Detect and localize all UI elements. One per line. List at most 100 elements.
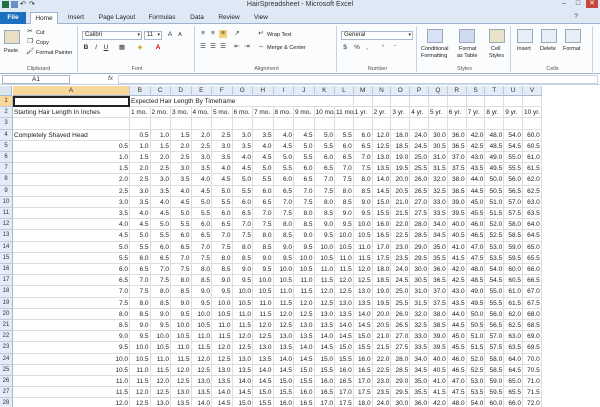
column-header[interactable]: N	[372, 86, 392, 96]
row-header[interactable]: 15	[0, 252, 13, 264]
data-cell[interactable]: 34.5	[410, 364, 429, 376]
starting-length-cell[interactable]: 11.0	[13, 376, 130, 388]
row-header[interactable]: 25	[0, 364, 13, 376]
data-cell[interactable]: 69.0	[523, 331, 542, 343]
data-cell[interactable]: 39.0	[447, 196, 467, 208]
row-header[interactable]: 3	[0, 118, 13, 130]
data-cell[interactable]: 8.0	[253, 230, 274, 242]
data-cell[interactable]: 52.0	[485, 219, 505, 231]
data-cell[interactable]: 12.5	[294, 308, 315, 320]
row-header[interactable]: 9	[0, 185, 13, 197]
data-cell[interactable]: 10.5	[191, 320, 212, 332]
data-cell[interactable]: 9.0	[253, 252, 274, 264]
column-header[interactable]: B	[130, 86, 151, 96]
data-cell[interactable]: 14.0	[294, 342, 315, 354]
cell[interactable]	[466, 118, 486, 130]
data-cell[interactable]: 44.0	[466, 174, 486, 186]
starting-length-cell[interactable]: 2.5	[13, 185, 130, 197]
data-cell[interactable]: 5.5	[150, 230, 171, 242]
data-cell[interactable]: 13.0	[171, 387, 192, 399]
cell[interactable]	[294, 118, 315, 130]
data-cell[interactable]: 26.0	[410, 174, 429, 186]
data-cell[interactable]: 14.0	[273, 353, 294, 365]
data-cell[interactable]: 44.5	[447, 320, 467, 332]
data-cell[interactable]: 17.0	[353, 376, 373, 388]
data-cell[interactable]: 3.5	[232, 140, 253, 152]
data-cell[interactable]: 6.0	[232, 196, 253, 208]
column-header[interactable]: K	[314, 86, 335, 96]
column-header[interactable]: I	[273, 86, 294, 96]
data-cell[interactable]: 11.5	[130, 376, 151, 388]
data-cell[interactable]: 41.5	[429, 387, 448, 399]
data-cell[interactable]: 10.0	[191, 308, 212, 320]
data-cell[interactable]: 11.0	[273, 286, 294, 298]
data-cell[interactable]: 7.0	[253, 208, 274, 220]
data-cell[interactable]: 34.5	[429, 230, 448, 242]
data-cell[interactable]: 54.0	[485, 264, 505, 276]
data-cell[interactable]: 48.5	[485, 140, 505, 152]
decrease-indent-icon[interactable]: ⇤	[233, 43, 241, 51]
data-cell[interactable]: 20.0	[391, 174, 411, 186]
data-cell[interactable]: 6.5	[253, 196, 274, 208]
data-cell[interactable]: 9.5	[150, 320, 171, 332]
data-cell[interactable]: 8.5	[191, 275, 212, 287]
column-header[interactable]: R	[447, 86, 467, 96]
data-cell[interactable]: 25.5	[391, 297, 411, 309]
data-cell[interactable]: 23.5	[391, 252, 411, 264]
data-cell[interactable]: 54.0	[504, 129, 523, 141]
data-cell[interactable]: 29.0	[391, 376, 411, 388]
data-cell[interactable]: 10.5	[212, 308, 233, 320]
data-cell[interactable]: 5.5	[253, 174, 274, 186]
data-cell[interactable]: 6.5	[314, 163, 335, 175]
cell[interactable]	[410, 118, 429, 130]
data-cell[interactable]: 41.0	[447, 241, 467, 253]
data-cell[interactable]: 14.5	[294, 353, 315, 365]
data-cell[interactable]: 12.0	[191, 353, 212, 365]
row-header[interactable]: 21	[0, 320, 13, 332]
cell[interactable]	[150, 118, 171, 130]
cell[interactable]	[13, 118, 130, 130]
data-cell[interactable]: 44.0	[447, 308, 467, 320]
data-cell[interactable]: 13.5	[294, 331, 315, 343]
data-cell[interactable]: 10.5	[150, 342, 171, 354]
data-cell[interactable]: 47.5	[466, 252, 486, 264]
starting-length-cell[interactable]: 1.5	[13, 163, 130, 175]
data-cell[interactable]: 9.0	[191, 286, 212, 298]
data-cell[interactable]: 58.5	[504, 230, 523, 242]
tab-data[interactable]: Data	[184, 12, 210, 24]
data-cell[interactable]: 52.5	[466, 364, 486, 376]
cell[interactable]	[353, 96, 373, 108]
data-cell[interactable]: 6.0	[353, 129, 373, 141]
data-cell[interactable]: 7.0	[130, 275, 151, 287]
data-cell[interactable]: 5.5	[294, 152, 315, 164]
data-cell[interactable]: 10.5	[232, 297, 253, 309]
data-cell[interactable]: 2.5	[150, 163, 171, 175]
data-cell[interactable]: 11.5	[294, 286, 315, 298]
data-cell[interactable]: 63.5	[504, 342, 523, 354]
data-cell[interactable]: 8.0	[294, 208, 315, 220]
data-cell[interactable]: 46.5	[447, 364, 467, 376]
cell[interactable]	[429, 96, 448, 108]
data-cell[interactable]: 55.0	[485, 286, 505, 298]
data-cell[interactable]: 41.0	[429, 376, 448, 388]
data-cell[interactable]: 5.5	[273, 163, 294, 175]
cell-styles-icon[interactable]	[489, 29, 505, 43]
data-cell[interactable]: 12.5	[253, 331, 274, 343]
data-cell[interactable]: 10.0	[314, 241, 335, 253]
data-cell[interactable]: 59.5	[485, 387, 505, 399]
data-cell[interactable]: 54.5	[485, 275, 505, 287]
data-cell[interactable]: 19.5	[372, 297, 392, 309]
wrap-text-icon[interactable]: ↵	[257, 30, 265, 38]
cell[interactable]	[391, 118, 411, 130]
format-as-table-button-line2[interactable]: as Table	[457, 53, 477, 59]
data-cell[interactable]: 8.0	[212, 252, 233, 264]
data-cell[interactable]: 28.0	[391, 353, 411, 365]
starting-length-cell[interactable]: 8.0	[13, 308, 130, 320]
data-cell[interactable]: 16.0	[335, 364, 354, 376]
data-cell[interactable]: 5.5	[130, 241, 151, 253]
data-cell[interactable]: 10.5	[353, 230, 373, 242]
data-cell[interactable]: 9.5	[294, 241, 315, 253]
data-cell[interactable]: 12.5	[212, 353, 233, 365]
column-header[interactable]: E	[191, 86, 212, 96]
delete-cells-button[interactable]: Delete	[540, 46, 556, 52]
